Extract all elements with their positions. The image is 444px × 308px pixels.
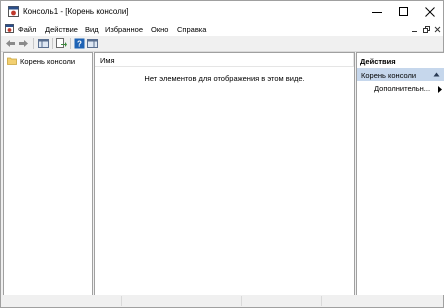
actions-group-console-root[interactable]: Корень консоли: [357, 68, 444, 81]
menu-action[interactable]: Действие: [45, 25, 78, 34]
empty-list-message: Нет элементов для отображения в этом вид…: [144, 74, 305, 83]
close-button[interactable]: [417, 1, 443, 23]
status-divider: [241, 296, 242, 306]
actions-item-more[interactable]: Дополнительн...: [374, 84, 444, 95]
menu-help[interactable]: Справка: [177, 25, 206, 34]
forward-button[interactable]: [18, 38, 29, 49]
toolbar: ?: [1, 36, 443, 52]
show-hide-action-pane-button[interactable]: [87, 38, 98, 49]
minimize-icon: [411, 30, 417, 32]
actions-pane: Действия Корень консоли Дополнительн...: [356, 52, 444, 296]
mmc-console-icon[interactable]: [8, 6, 19, 17]
tree-item-console-root[interactable]: Корень консоли: [7, 56, 75, 66]
status-divider: [121, 296, 122, 306]
child-close-button[interactable]: [432, 24, 442, 34]
menu-favorites[interactable]: Избранное: [105, 25, 143, 34]
results-pane[interactable]: Имя Нет элементов для отображения в этом…: [94, 52, 355, 296]
console-tree-icon: [38, 39, 49, 48]
toolbar-separator: [70, 38, 71, 49]
menu-file[interactable]: Файл: [18, 25, 36, 34]
arrow-right-icon: [19, 40, 28, 47]
help-button[interactable]: ?: [74, 38, 85, 49]
actions-group-label: Корень консоли: [361, 71, 417, 80]
toolbar-separator: [52, 38, 53, 49]
child-restore-button[interactable]: [421, 24, 431, 34]
collapse-arrow-icon[interactable]: [433, 72, 440, 77]
toolbar-separator: [33, 38, 34, 49]
svg-text:?: ?: [77, 40, 82, 49]
close-icon: [425, 7, 435, 17]
help-icon: ?: [74, 38, 85, 49]
column-header-name[interactable]: Имя: [95, 53, 354, 67]
window-title: Консоль1 - [Корень консоли]: [23, 7, 129, 16]
arrow-left-icon: [6, 40, 15, 47]
menu-bar: Файл Действие Вид Избранное Окно Справка: [1, 23, 443, 36]
title-bar[interactable]: Консоль1 - [Корень консоли]: [1, 1, 443, 23]
close-icon: [434, 26, 440, 32]
minimize-button[interactable]: [364, 1, 390, 23]
show-hide-tree-button[interactable]: [38, 38, 49, 49]
back-button[interactable]: [5, 38, 16, 49]
tree-item-label: Корень консоли: [20, 56, 76, 66]
console-tree-pane[interactable]: Корень консоли: [3, 52, 93, 296]
actions-pane-title: Действия: [360, 57, 396, 66]
mmc-window: Консоль1 - [Корень консоли] Файл Действи…: [0, 0, 444, 308]
export-list-icon: [56, 38, 67, 48]
export-list-button[interactable]: [56, 38, 67, 49]
menu-view[interactable]: Вид: [85, 25, 99, 34]
menu-window[interactable]: Окно: [151, 25, 168, 34]
actions-item-label: Дополнительн...: [374, 84, 431, 93]
child-minimize-button[interactable]: [409, 24, 419, 34]
status-divider: [321, 296, 322, 306]
maximize-icon: [399, 7, 408, 16]
submenu-arrow-icon: [438, 86, 442, 93]
mmc-small-icon[interactable]: [5, 24, 14, 33]
restore-icon: [422, 25, 430, 33]
column-header-label: Имя: [100, 56, 115, 65]
folder-icon: [7, 57, 17, 65]
maximize-button[interactable]: [391, 1, 417, 23]
minimize-icon: [372, 12, 382, 13]
column-divider[interactable]: [353, 53, 354, 66]
action-pane-icon: [87, 39, 98, 48]
status-bar: [1, 295, 443, 307]
